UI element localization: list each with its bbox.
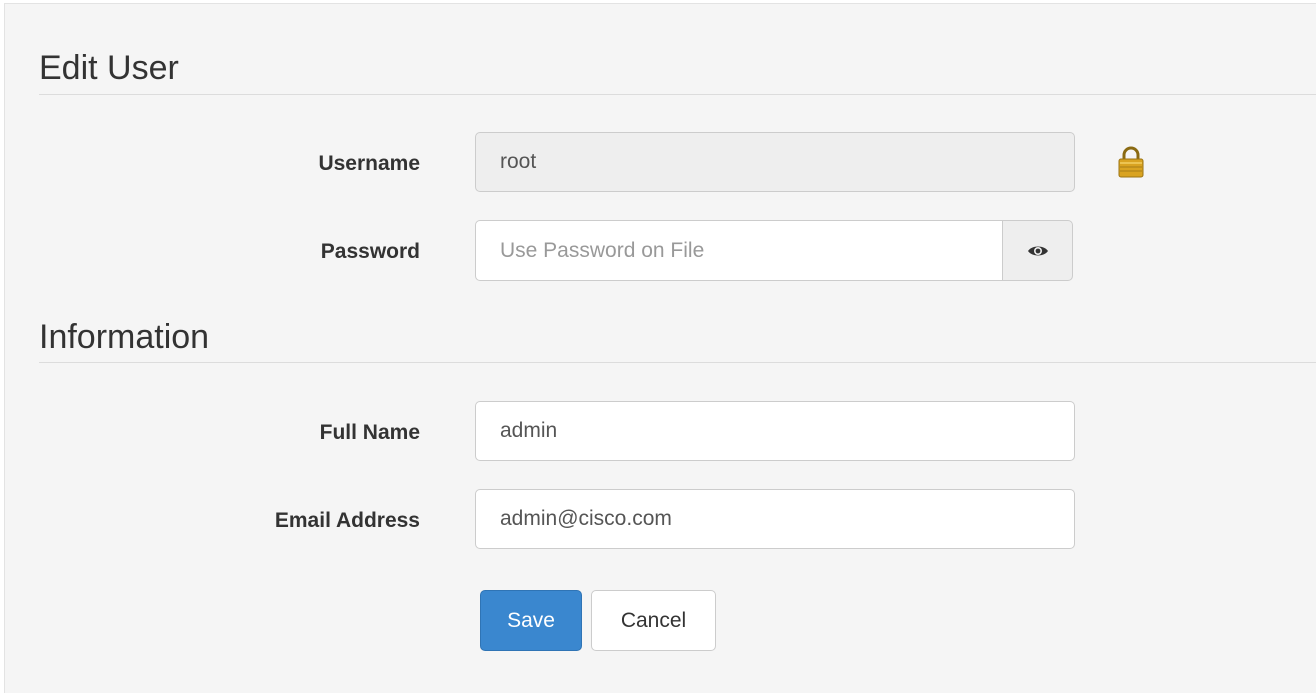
- edit-user-heading: Edit User: [39, 49, 179, 87]
- username-input[interactable]: [475, 132, 1075, 192]
- email-address-input[interactable]: [475, 489, 1075, 549]
- password-label: Password: [320, 240, 420, 263]
- edit-user-panel: Edit User Username Password Information …: [4, 3, 1316, 693]
- lock-icon: [1118, 146, 1144, 178]
- section-divider: [39, 94, 1316, 95]
- save-button[interactable]: Save: [480, 590, 582, 651]
- section-divider: [39, 362, 1316, 363]
- cancel-button[interactable]: Cancel: [591, 590, 716, 651]
- full-name-label: Full Name: [319, 421, 420, 444]
- full-name-input[interactable]: [475, 401, 1075, 461]
- password-input-group: [475, 220, 1073, 281]
- email-address-label: Email Address: [274, 509, 420, 532]
- show-password-button[interactable]: [1002, 220, 1073, 281]
- information-heading: Information: [39, 318, 210, 356]
- password-input[interactable]: [475, 220, 1003, 281]
- eye-icon: [1027, 246, 1048, 255]
- username-label: Username: [318, 152, 420, 175]
